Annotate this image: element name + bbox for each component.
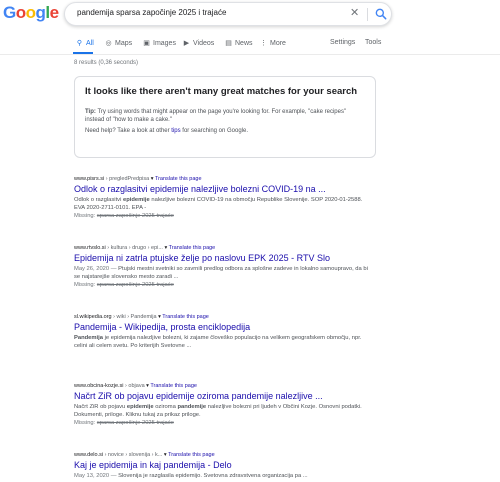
result-cite[interactable]: www.rtvslo.si › kultura › drugo › epi...… <box>74 245 374 251</box>
more-dots-icon: ⋮ <box>260 40 267 47</box>
search-box[interactable]: pandemija sparsa započinje 2025 i trajać… <box>64 2 392 26</box>
result-snippet: Odlok o razglasitvi epidemije nalezljive… <box>74 196 374 212</box>
result-breadcrumb: › novice › slovenija › k... <box>103 452 163 458</box>
snippet-bold: Pandemija <box>74 335 103 341</box>
search-result: sl.wikipedia.org › wiki › Pandemija ▾ Tr… <box>74 314 374 350</box>
snippet-text: oziroma <box>153 404 178 410</box>
help-prefix: Need help? Take a look at other <box>85 128 172 134</box>
tab-label: All <box>86 40 94 47</box>
result-date: May 26, 2020 — <box>74 266 119 272</box>
notice-help: Need help? Take a look at other tips for… <box>85 128 248 134</box>
missing-terms: Missing: sparsa započinje 2025 trajaće <box>74 282 374 288</box>
tab-videos[interactable]: ▶ Videos <box>182 39 214 47</box>
result-cite[interactable]: www.pisrs.si › pregledPredpisa ▾ Transla… <box>74 176 374 182</box>
tab-tools[interactable]: Tools <box>365 39 381 46</box>
search-result: www.pisrs.si › pregledPredpisa ▾ Transla… <box>74 176 374 219</box>
tab-all[interactable]: ⚲ All <box>75 39 94 47</box>
result-breadcrumb: › wiki › Pandemija <box>111 314 157 320</box>
translate-link[interactable]: Translate this page <box>155 176 202 182</box>
missing-struck: sparsa započinje 2025 trajaće <box>96 213 174 219</box>
result-domain: sl.wikipedia.org <box>74 314 112 320</box>
result-title[interactable]: Kaj je epidemija in kaj pandemija - Delo <box>74 460 374 470</box>
search-input[interactable]: pandemija sparsa započinje 2025 i trajać… <box>77 8 226 17</box>
tab-label: Images <box>153 40 176 47</box>
logo-letter: e <box>49 3 59 22</box>
translate-link[interactable]: Translate this page <box>162 314 209 320</box>
video-icon: ▶ <box>183 40 190 47</box>
search-icon[interactable] <box>374 7 388 21</box>
few-results-notice: It looks like there aren't many great ma… <box>74 76 376 158</box>
missing-label: Missing: <box>74 213 97 219</box>
search-icon: ⚲ <box>76 40 83 47</box>
result-domain: www.delo.si <box>74 452 104 458</box>
result-title[interactable]: Načrt ZiR ob pojavu epidemije oziroma pa… <box>74 391 374 401</box>
result-cite[interactable]: www.obcina-kozje.si › objava ▾ Translate… <box>74 383 374 389</box>
result-cite[interactable]: www.delo.si › novice › slovenija › k... … <box>74 452 374 458</box>
search-tabs: ⚲ All ◎ Maps ▣ Images ▶ Videos ▤ News ⋮ More S… <box>0 36 500 54</box>
tab-maps[interactable]: ◎ Maps <box>104 39 132 47</box>
missing-struck: sparsa započinje 2025 trajaće <box>96 282 174 288</box>
tips-link[interactable]: tips <box>171 128 180 134</box>
clear-icon[interactable]: ✕ <box>350 6 359 19</box>
notice-tip: Tip: Try using words that might appear o… <box>85 108 367 124</box>
snippet-bold: pandemije <box>177 404 207 410</box>
translate-link[interactable]: Translate this page <box>169 245 216 251</box>
missing-label: Missing: <box>74 420 97 426</box>
result-breadcrumb: › objava <box>123 383 145 389</box>
google-logo[interactable]: Google <box>3 3 59 23</box>
logo-letter: g <box>35 3 46 22</box>
snippet-text: Načrt ZiR ob pojavu <box>74 404 127 410</box>
search-result: www.obcina-kozje.si › objava ▾ Translate… <box>74 383 374 426</box>
result-title[interactable]: Pandemija - Wikipedija, prosta enciklope… <box>74 322 374 332</box>
result-snippet: May 13, 2020 — Slovenija je razglasila e… <box>74 472 374 480</box>
snippet-text: je epidemija nalezljive bolezni, ki zaja… <box>74 335 362 349</box>
tip-text: Try using words that might appear on the… <box>85 109 347 123</box>
tab-images[interactable]: ▣ Images <box>142 39 176 47</box>
tab-more[interactable]: ⋮ More <box>259 39 286 47</box>
snippet-text: Odlok o razglasitvi <box>74 197 123 203</box>
tip-label: Tip: <box>85 109 96 115</box>
tab-label: Videos <box>193 40 215 47</box>
logo-letter: o <box>15 3 26 22</box>
result-cite[interactable]: sl.wikipedia.org › wiki › Pandemija ▾ Tr… <box>74 314 374 320</box>
snippet-text: Ptujski mestni svetniki so zavrnili pred… <box>74 266 368 280</box>
result-date: May 13, 2020 — <box>74 473 119 479</box>
snippet-bold: epidemije <box>122 197 150 203</box>
result-domain: www.obcina-kozje.si <box>74 383 124 389</box>
result-snippet: May 26, 2020 — Ptujski mestni svetniki s… <box>74 265 374 281</box>
header-divider <box>0 54 500 55</box>
result-title[interactable]: Odlok o razglasitvi epidemije nalezljive… <box>74 184 374 194</box>
result-breadcrumb: › pregledPredpisa <box>104 176 150 182</box>
news-icon: ▤ <box>225 40 232 47</box>
result-domain: www.pisrs.si <box>74 176 105 182</box>
snippet-text: Slovenija je razglasila epidemijo. Sveto… <box>118 473 308 479</box>
map-pin-icon: ◎ <box>105 40 112 47</box>
tab-label: More <box>270 40 286 47</box>
tab-settings[interactable]: Settings <box>330 39 355 46</box>
missing-label: Missing: <box>74 282 97 288</box>
tab-label: Maps <box>115 40 133 47</box>
missing-struck: sparsa započinje 2025 trajaće <box>96 420 174 426</box>
snippet-bold: epidemije <box>126 404 154 410</box>
search-result: www.rtvslo.si › kultura › drugo › epi...… <box>74 245 374 288</box>
translate-link[interactable]: Translate this page <box>150 383 197 389</box>
logo-letter: o <box>25 3 36 22</box>
logo-letter: G <box>3 3 16 22</box>
result-snippet: Pandemija je epidemija nalezljive bolezn… <box>74 334 374 350</box>
notice-heading: It looks like there aren't many great ma… <box>85 86 358 97</box>
tab-news[interactable]: ▤ News <box>224 39 253 47</box>
translate-link[interactable]: Translate this page <box>168 452 215 458</box>
missing-terms: Missing: sparsa započinje 2025 trajaće <box>74 420 374 426</box>
help-suffix: for searching on Google. <box>180 128 249 134</box>
result-stats: 8 results (0,36 seconds) <box>74 60 139 66</box>
tab-label: News <box>235 40 253 47</box>
result-domain: www.rtvslo.si <box>74 245 106 251</box>
image-icon: ▣ <box>143 40 150 47</box>
search-result: www.delo.si › novice › slovenija › k... … <box>74 452 374 480</box>
result-breadcrumb: › kultura › drugo › epi... <box>105 245 163 251</box>
search-divider <box>367 8 368 21</box>
missing-terms: Missing: sparsa započinje 2025 trajaće <box>74 213 374 219</box>
result-title[interactable]: Epidemija ni zatrla ptujske želje po nas… <box>74 253 374 263</box>
result-snippet: Načrt ZiR ob pojavu epidemije oziroma pa… <box>74 403 374 419</box>
